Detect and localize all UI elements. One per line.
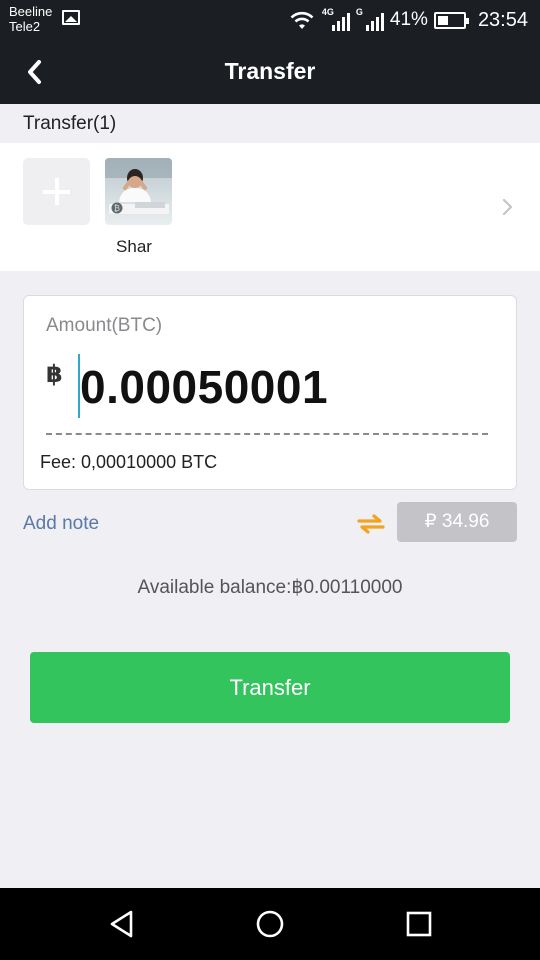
amount-label: Amount(BTC)	[46, 315, 163, 336]
recipients-section-label: Transfer(1)	[23, 113, 117, 134]
signal-g-icon: G	[355, 7, 384, 31]
available-balance: Available balance:฿0.00110000	[137, 577, 403, 598]
contact-photo: ₿	[105, 158, 172, 225]
fiat-value-badge[interactable]: ₽ 34.96	[397, 502, 517, 542]
battery-icon	[433, 11, 469, 29]
baht-bitcoin-icon: ฿	[46, 361, 63, 388]
fee-text: Fee: 0,00010000 BTC	[40, 452, 218, 472]
recipients-panel: ₿ Shar	[0, 143, 540, 271]
amount-input[interactable]: 0.00050001	[80, 360, 328, 414]
chevron-right-icon[interactable]	[500, 195, 516, 219]
swap-arrows-icon[interactable]	[356, 512, 386, 536]
avatar[interactable]: ₿	[105, 158, 172, 225]
wifi-icon	[290, 11, 314, 29]
header-bar: Transfer	[0, 40, 540, 104]
svg-text:₿: ₿	[114, 204, 120, 213]
clock: 23:54	[477, 8, 528, 31]
contact-name: Shar	[116, 237, 152, 256]
system-navigation-bar	[0, 888, 540, 960]
signal-4g-icon: 4G	[322, 7, 350, 31]
carrier-names: Beeline Tele2	[9, 4, 52, 34]
divider	[46, 433, 488, 435]
transfer-button[interactable]: Transfer	[30, 652, 510, 723]
add-recipient-button[interactable]	[23, 158, 90, 225]
home-circle-icon[interactable]	[254, 908, 286, 940]
battery-percent: 41%	[389, 9, 428, 30]
status-bar: Beeline Tele2 4G G 41% 23:54	[0, 0, 540, 40]
amount-card: Amount(BTC) ฿ 0.00050001 Fee: 0,00010000…	[23, 295, 517, 490]
status-icons: 4G G 41% 23:54	[288, 6, 528, 34]
signal-g-label: G	[355, 7, 363, 17]
add-note-link[interactable]: Add note	[23, 513, 99, 535]
back-triangle-icon[interactable]	[106, 908, 138, 940]
recents-square-icon[interactable]	[403, 908, 435, 940]
page-title: Transfer	[224, 58, 316, 84]
carrier-1: Beeline	[9, 4, 53, 19]
gallery-notification-icon	[62, 10, 80, 25]
carrier-2: Tele2	[9, 19, 41, 34]
